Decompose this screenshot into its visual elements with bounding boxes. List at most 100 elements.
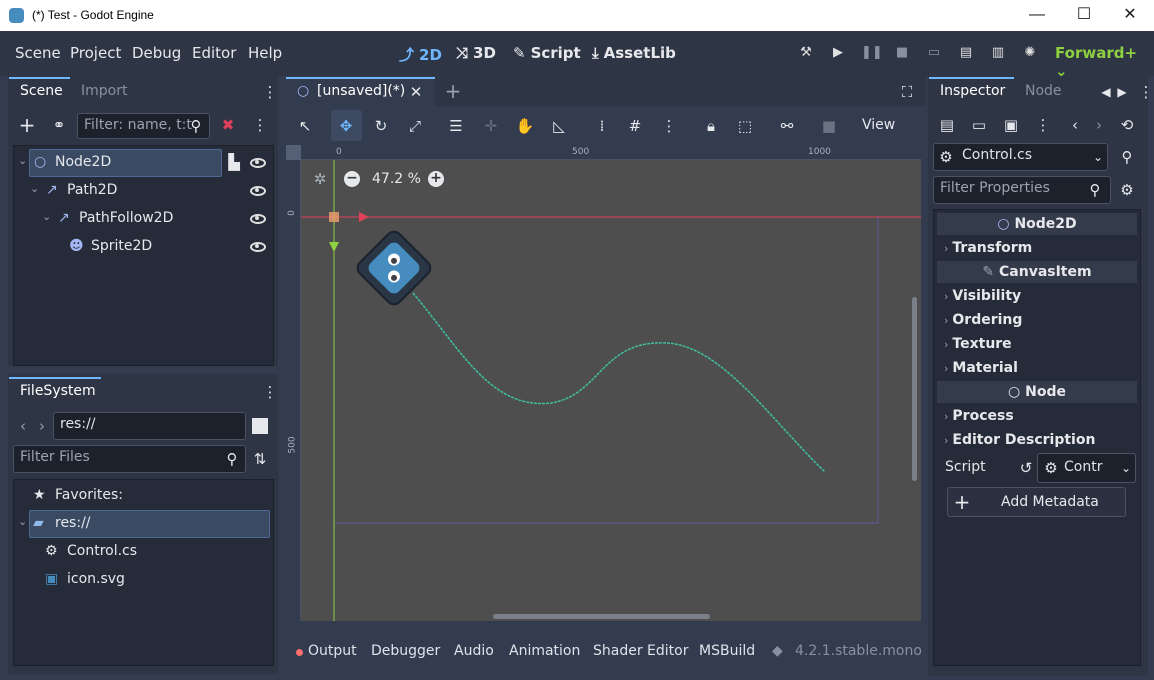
filter-files-input[interactable]: Filter Files [13, 445, 246, 473]
file-icon-svg[interactable]: icon.svg [67, 571, 125, 587]
vertical-scrollbar[interactable] [912, 297, 917, 481]
menu-scene[interactable]: Scene [15, 44, 61, 62]
play-icon[interactable]: ▶ [829, 45, 847, 63]
list-select-icon[interactable]: ☰ [446, 116, 466, 136]
tree-node-node2d[interactable]: Node2D [55, 154, 111, 170]
maximize-button[interactable]: ☐ [1073, 4, 1095, 26]
camera-override-icon[interactable]: ■ [819, 116, 839, 136]
scene-dock-menu-icon[interactable]: ⋮ [260, 82, 280, 102]
workspace-script-button[interactable]: ✎ Script [513, 44, 581, 62]
pan-mode-icon[interactable]: ✋ [515, 116, 535, 136]
scene-tree-menu-icon[interactable]: ⋮ [250, 115, 270, 135]
dock-right-icon[interactable]: ▶ [1112, 82, 1132, 102]
move-mode-icon[interactable]: ✥ [336, 116, 356, 136]
zoom-in-icon[interactable]: + [428, 171, 444, 187]
workspace-3d-button[interactable]: ⤨ 3D [456, 44, 496, 62]
grid-snap-icon[interactable]: # [625, 116, 645, 136]
filesystem-menu-icon[interactable]: ⋮ [260, 382, 280, 402]
bottom-tab-msbuild[interactable]: MSBuild [699, 643, 755, 659]
close-tab-icon[interactable]: ✕ [406, 82, 426, 102]
smart-snap-icon[interactable]: ⁞ [592, 116, 612, 136]
group-ordering[interactable]: › Ordering [944, 312, 1022, 328]
menu-debug[interactable]: Debug [132, 44, 181, 62]
menu-editor[interactable]: Editor [192, 44, 236, 62]
attached-script-icon[interactable]: ▙ [224, 152, 244, 172]
tree-node-sprite2d[interactable]: Sprite2D [91, 238, 152, 254]
play-custom-scene-icon[interactable]: ▥ [989, 45, 1007, 63]
movie-maker-icon[interactable]: ✺ [1021, 45, 1039, 63]
group-material[interactable]: › Material [944, 360, 1018, 376]
minimize-button[interactable]: — [1026, 4, 1048, 26]
history-forward-icon[interactable]: › [1089, 115, 1109, 135]
tab-inspector[interactable]: Inspector [940, 83, 1005, 99]
resource-menu-icon[interactable]: ⋮ [1033, 115, 1053, 135]
tree-node-path2d[interactable]: Path2D [67, 182, 117, 198]
zoom-out-icon[interactable]: − [344, 171, 360, 187]
tab-node[interactable]: Node [1025, 83, 1062, 99]
favorites-label[interactable]: Favorites: [55, 487, 123, 503]
skeleton-icon[interactable]: ⚯ [777, 116, 797, 136]
bottom-tab-debugger[interactable]: Debugger [371, 643, 440, 659]
build-hammer-icon[interactable]: ⚒ [797, 45, 815, 63]
workspace-assetlib-button[interactable]: ⤓ AssetLib [592, 44, 676, 62]
remote-debug-icon[interactable]: ▭ [925, 45, 943, 63]
filesystem-path-field[interactable]: res:// [53, 412, 246, 440]
group-editor-description[interactable]: › Editor Description [944, 432, 1095, 448]
visibility-eye-icon[interactable] [250, 214, 266, 224]
bottom-tab-shader-editor[interactable]: Shader Editor [593, 643, 688, 659]
collapse-arrow[interactable]: ⌄ [30, 182, 39, 195]
script-remove-icon[interactable]: ✖ [218, 115, 238, 135]
group-texture[interactable]: › Texture [944, 336, 1012, 352]
snap-options-icon[interactable]: ⋮ [659, 116, 679, 136]
group-icon[interactable]: ⬚ [735, 116, 755, 136]
add-scene-tab-icon[interactable]: + [443, 81, 463, 101]
select-mode-icon[interactable]: ↖ [295, 116, 315, 136]
tab-filesystem[interactable]: FileSystem [20, 383, 96, 399]
forward-icon[interactable]: › [32, 416, 52, 436]
sort-icon[interactable]: ⇅ [250, 449, 270, 469]
menu-help[interactable]: Help [248, 44, 282, 62]
save-resource-icon[interactable]: ▣ [1001, 115, 1021, 135]
inspector-menu-icon[interactable]: ⋮ [1136, 82, 1154, 102]
group-process[interactable]: › Process [944, 408, 1014, 424]
file-control-cs[interactable]: Control.cs [67, 543, 137, 559]
menu-project[interactable]: Project [70, 44, 121, 62]
group-transform[interactable]: › Transform [944, 240, 1032, 256]
revert-icon[interactable]: ↺ [1016, 458, 1036, 478]
resource-selector[interactable]: Control.cs [933, 143, 1108, 171]
bottom-tab-output[interactable]: Output [308, 643, 357, 659]
tab-import[interactable]: Import [81, 83, 127, 99]
property-settings-icon[interactable]: ⚙ [1117, 180, 1137, 200]
group-visibility[interactable]: › Visibility [944, 288, 1021, 304]
distraction-free-icon[interactable]: ⛶ [897, 82, 917, 102]
renderer-select[interactable]: Forward+ ⌄ [1055, 44, 1154, 80]
history-back-icon[interactable]: ‹ [1065, 115, 1085, 135]
object-history-icon[interactable]: ⟲ [1117, 115, 1137, 135]
split-mode-icon[interactable] [252, 418, 268, 434]
add-metadata-button[interactable]: + Add Metadata [947, 487, 1126, 517]
visibility-eye-icon[interactable] [250, 158, 266, 168]
lock-icon[interactable]: 🔒︎ [701, 116, 721, 136]
close-button[interactable]: ✕ [1119, 4, 1141, 26]
instance-scene-icon[interactable]: ⚭ [49, 115, 69, 135]
stop-icon[interactable]: ■ [893, 45, 911, 63]
center-view-icon[interactable]: ✲ [310, 169, 330, 189]
collapse-arrow[interactable]: ⌄ [18, 515, 27, 528]
collapse-arrow[interactable]: ⌄ [42, 210, 51, 223]
view-menu[interactable]: View [862, 117, 895, 133]
visibility-eye-icon[interactable] [250, 242, 266, 252]
zoom-level[interactable]: 47.2 % [372, 171, 421, 187]
canvas-viewport[interactable]: ✲ − 47.2 % + [301, 160, 921, 621]
pivot-icon[interactable]: ✛ [481, 116, 501, 136]
tree-node-pathfollow2d[interactable]: PathFollow2D [79, 210, 173, 226]
add-node-icon[interactable]: + [17, 115, 37, 135]
play-scene-icon[interactable]: ▤ [957, 45, 975, 63]
new-resource-icon[interactable]: ▤ [937, 115, 957, 135]
object-properties-icon[interactable]: ⚲ [1117, 147, 1137, 167]
bottom-tab-animation[interactable]: Animation [509, 643, 580, 659]
collapse-arrow[interactable]: ⌄ [18, 154, 27, 167]
bottom-tab-audio[interactable]: Audio [454, 643, 494, 659]
ruler-mode-icon[interactable]: ◺ [549, 116, 569, 136]
scale-mode-icon[interactable]: ⤢ [405, 116, 425, 136]
load-resource-icon[interactable]: ▭ [969, 115, 989, 135]
